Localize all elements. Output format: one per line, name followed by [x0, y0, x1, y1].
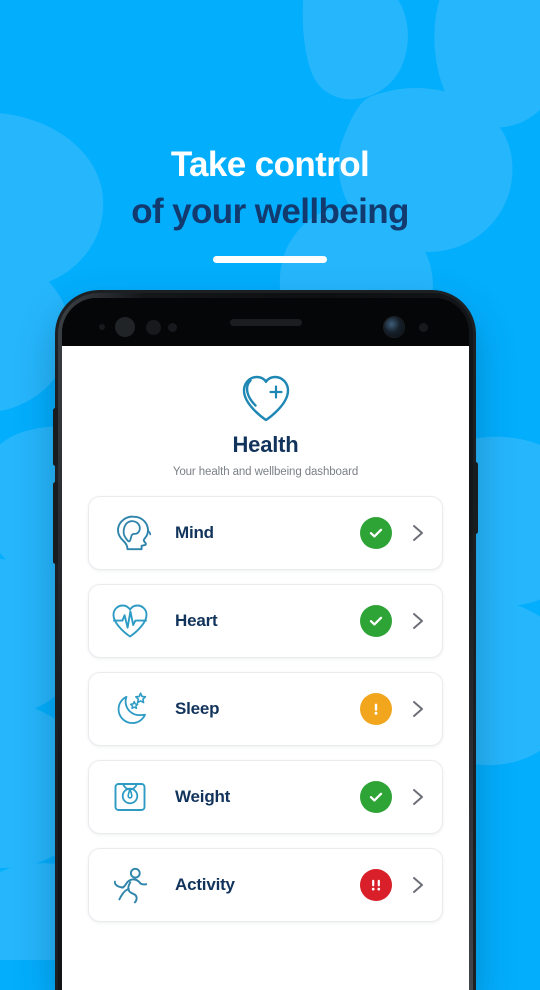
phone-mockup: Health Your health and wellbeing dashboa…: [53, 290, 478, 990]
phone-bezel: Health Your health and wellbeing dashboa…: [62, 298, 469, 990]
status-badge-alert: [360, 869, 392, 901]
promo-headline: Take control of your wellbeing: [0, 0, 540, 290]
headline-accent-bar: [213, 255, 327, 263]
chevron-right-icon[interactable]: [408, 783, 428, 811]
status-badge-warning: [360, 693, 392, 725]
app-title: Health: [232, 432, 299, 457]
list-item-sleep[interactable]: Sleep: [88, 672, 443, 746]
app-subtitle: Your health and wellbeing dashboard: [172, 466, 359, 478]
power-button[interactable]: [473, 462, 478, 534]
health-category-list: Mind Heart Sleep Weight Activity: [62, 496, 469, 922]
chevron-right-icon[interactable]: [408, 607, 428, 635]
volume-up-button[interactable]: [53, 408, 58, 466]
running-person-icon: [107, 862, 153, 908]
proximity-sensor-icon: [99, 324, 105, 330]
iris-scanner-icon: [115, 317, 135, 337]
status-badge-ok: [360, 517, 392, 549]
front-camera-icon: [384, 317, 404, 337]
moon-stars-icon: [107, 686, 153, 732]
top-sensor-strip: [62, 298, 469, 348]
status-badge-ok: [360, 605, 392, 637]
list-item-label: Mind: [175, 523, 214, 542]
app-header: Health Your health and wellbeing dashboa…: [62, 346, 469, 478]
headline-line-2: of your wellbeing: [131, 191, 409, 231]
scale-icon: [107, 774, 153, 820]
earpiece-speaker: [229, 319, 302, 326]
chevron-right-icon[interactable]: [408, 695, 428, 723]
list-item-label: Activity: [175, 875, 235, 894]
list-item-label: Heart: [175, 611, 218, 630]
head-brain-icon: [107, 510, 153, 556]
led-indicator-icon: [168, 323, 177, 332]
status-badge-ok: [360, 781, 392, 813]
list-item-mind[interactable]: Mind: [88, 496, 443, 570]
chevron-right-icon[interactable]: [408, 519, 428, 547]
volume-down-button[interactable]: [53, 482, 58, 564]
heart-pulse-icon: [107, 598, 153, 644]
headline-line-1: Take control: [170, 145, 370, 184]
light-sensor-icon: [146, 320, 161, 335]
chevron-right-icon[interactable]: [408, 871, 428, 899]
list-item-activity[interactable]: Activity: [88, 848, 443, 922]
list-item-heart[interactable]: Heart: [88, 584, 443, 658]
heart-plus-icon: [236, 368, 296, 426]
list-item-label: Weight: [175, 787, 231, 806]
app-screen: Health Your health and wellbeing dashboa…: [62, 346, 469, 990]
list-item-label: Sleep: [175, 699, 220, 718]
list-item-weight[interactable]: Weight: [88, 760, 443, 834]
secondary-sensor-icon: [419, 323, 428, 332]
